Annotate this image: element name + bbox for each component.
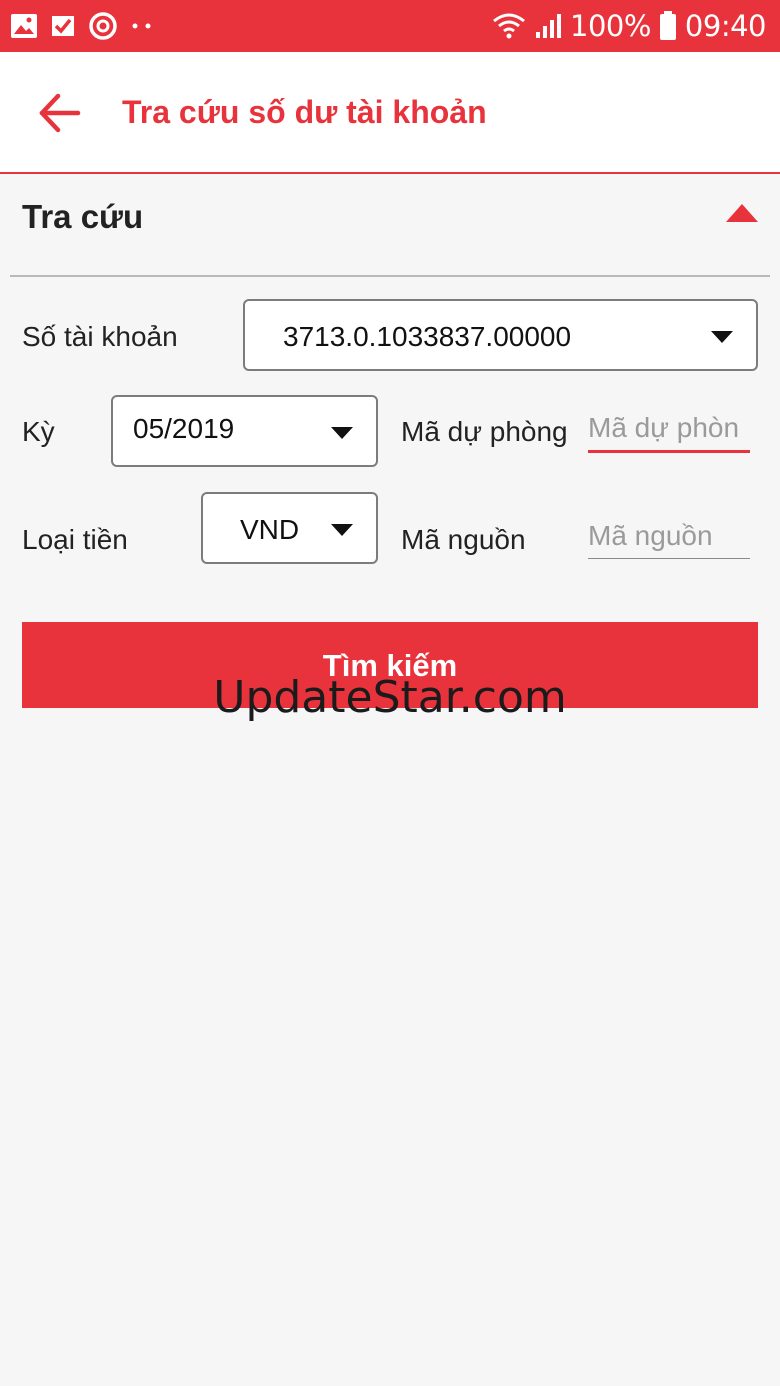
chevron-down-icon (711, 331, 733, 343)
account-number-select[interactable]: 3713.0.1033837.00000 (243, 299, 758, 371)
currency-value: VND (240, 514, 300, 545)
source-code-input[interactable] (588, 518, 750, 554)
back-button[interactable] (36, 90, 86, 136)
source-code-label: Mã nguồn (401, 524, 526, 555)
period-label: Kỳ (22, 416, 55, 447)
source-code-underline (588, 558, 750, 559)
currency-label: Loại tiền (22, 524, 128, 555)
period-select[interactable]: 05/2019 (111, 395, 378, 467)
divider (10, 275, 770, 277)
period-value: 05/2019 (133, 413, 235, 444)
check-icon (52, 16, 74, 36)
signal-icon (536, 14, 561, 38)
backup-code-underline (588, 450, 750, 453)
arrow-left-icon (39, 93, 81, 133)
currency-select[interactable]: VND (201, 492, 378, 564)
section-header-toggle[interactable]: Tra cứu (0, 176, 780, 256)
account-number-label: Số tài khoản (22, 321, 178, 352)
chevron-down-icon (331, 427, 353, 439)
triangle-up-icon[interactable] (726, 204, 758, 222)
watermark: UpdateStar.com (213, 672, 567, 723)
gallery-icon (11, 14, 37, 38)
chevron-down-icon (331, 524, 353, 536)
page-title: Tra cứu số dư tài khoản (122, 94, 487, 130)
wifi-icon (493, 13, 525, 39)
app-bar: Tra cứu số dư tài khoản (0, 52, 780, 174)
backup-code-input[interactable] (588, 410, 750, 446)
battery-percent: 100% (570, 9, 651, 43)
backup-code-label: Mã dự phòng (401, 416, 568, 447)
status-system: 100% 09:40 (492, 0, 767, 52)
section-title: Tra cứu (22, 198, 144, 235)
more-dots-icon (132, 23, 151, 29)
status-notifications (10, 8, 154, 44)
account-number-value: 3713.0.1033837.00000 (283, 321, 572, 352)
clock: 09:40 (684, 9, 767, 43)
sync-icon (89, 12, 117, 40)
battery-icon (659, 11, 676, 40)
status-bar: 100% 09:40 (0, 0, 780, 52)
